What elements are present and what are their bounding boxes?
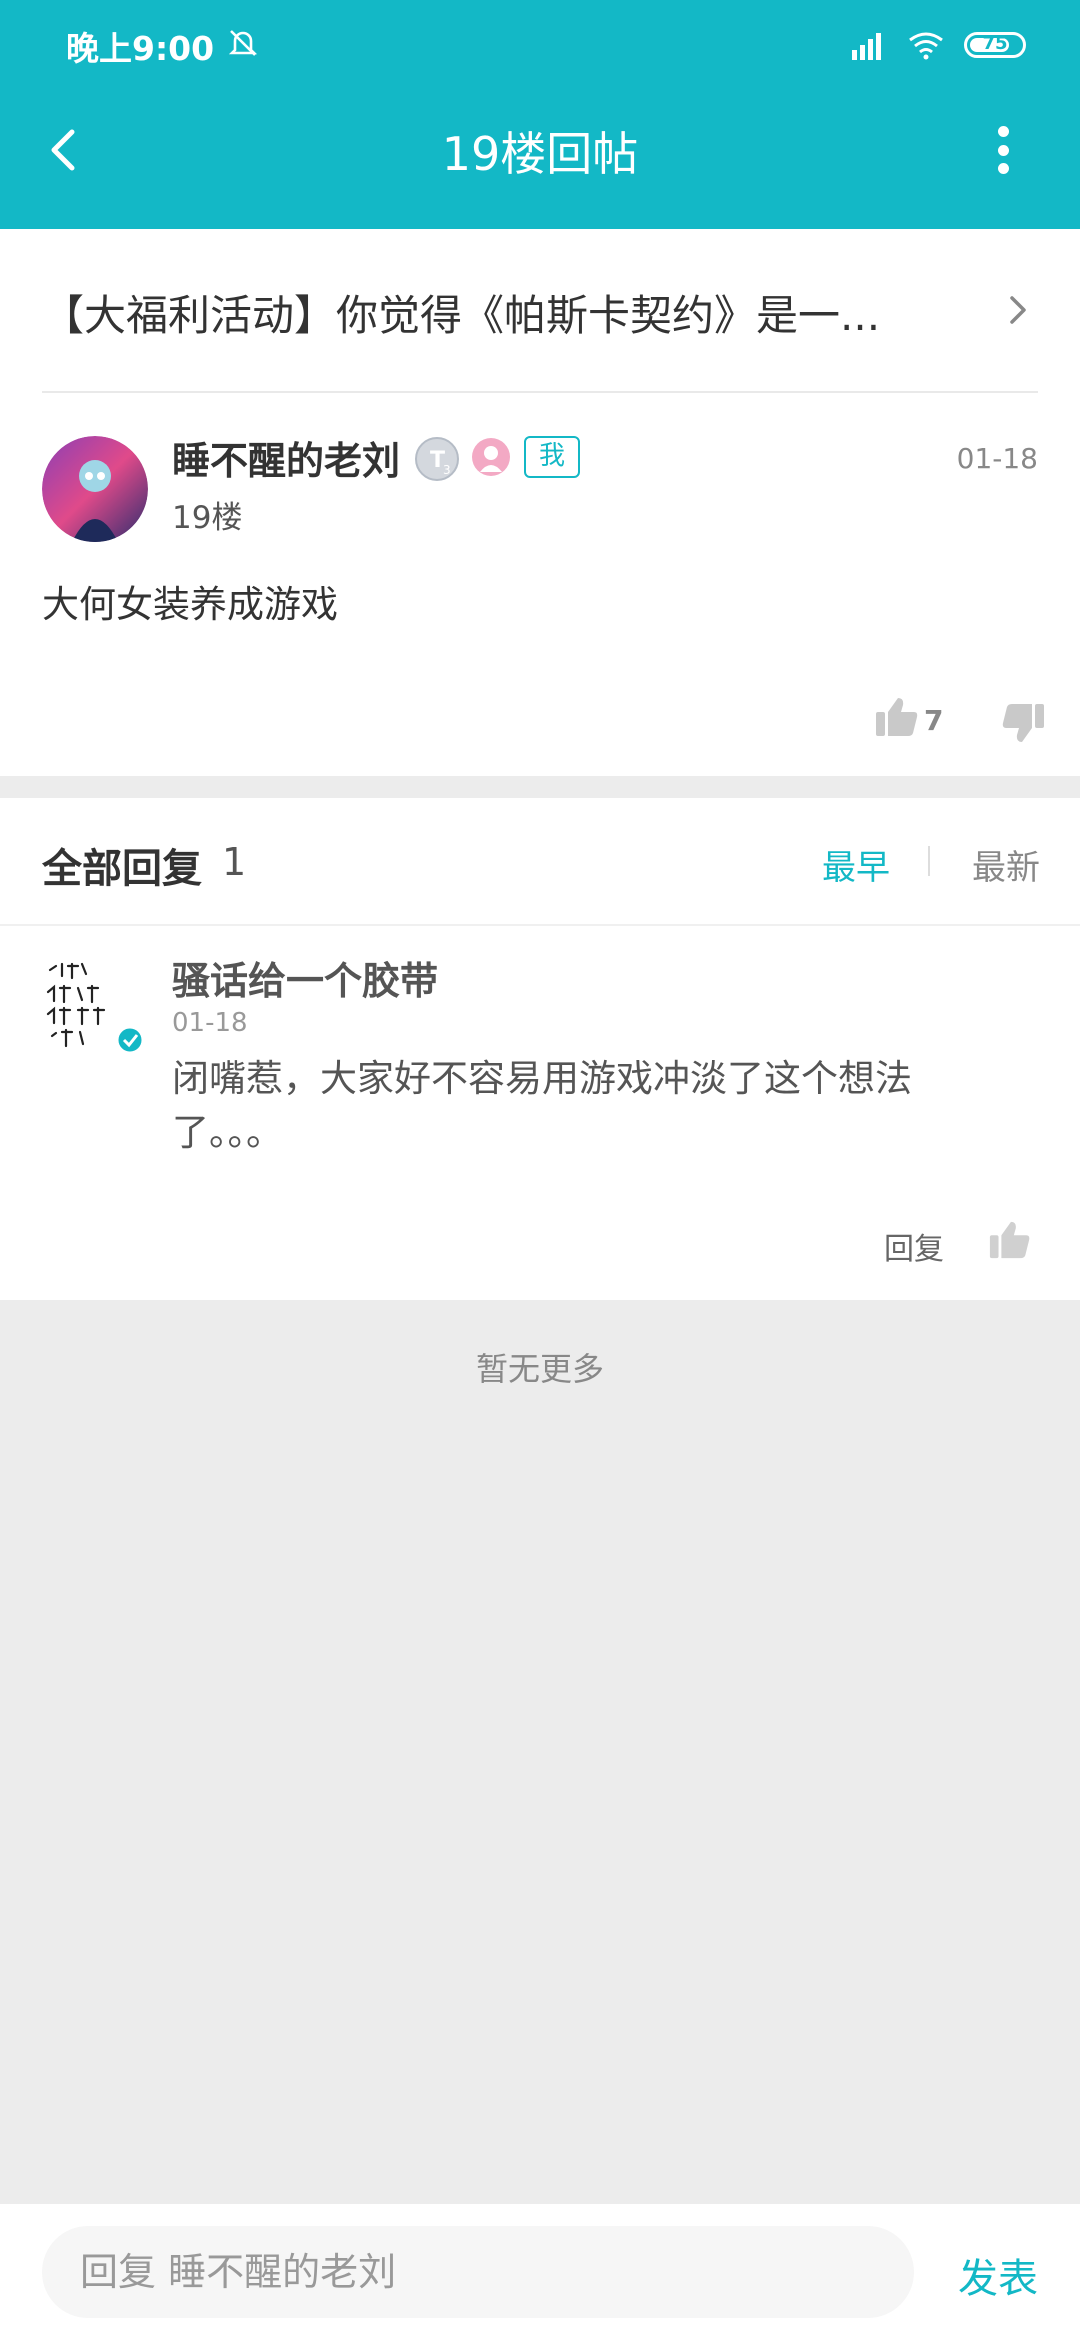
more-options-icon[interactable] (988, 120, 1018, 180)
divider (42, 391, 1038, 393)
battery-level: 75 (982, 33, 1008, 54)
post-content: 大何女装养成游戏 (42, 583, 338, 626)
divider (0, 924, 1080, 926)
thread-title: 【大福利活动】你觉得《帕斯卡契约》是一... (42, 291, 881, 340)
wifi-icon (909, 32, 943, 60)
status-time: 晚上9:00 (66, 29, 215, 68)
reply-content: 闭嘴惹，大家好不容易用游戏冲淡了这个想法了。。。 (172, 1057, 912, 1154)
sort-latest-tab[interactable]: 最新 (972, 840, 1040, 889)
no-more-label: 暂无更多 (475, 1350, 604, 1388)
svg-text:3: 3 (443, 463, 451, 477)
mute-bell-icon (228, 30, 258, 56)
medal-badge-icon (472, 438, 510, 476)
send-button[interactable]: 发表 (958, 2246, 1038, 2304)
page-title: 19楼回帖 (441, 127, 639, 181)
reply-button[interactable]: 回复 (884, 1224, 944, 1268)
reply-avatar[interactable] (42, 952, 148, 1058)
signal-icon (852, 33, 881, 60)
post-date: 01-18 (956, 442, 1038, 475)
reply-author[interactable]: 骚话给一个胶带 (172, 950, 438, 1005)
thumbs-up-icon[interactable] (874, 694, 920, 740)
me-badge: 我 (524, 436, 580, 478)
replies-heading: 全部回复 (42, 846, 202, 892)
avatar[interactable] (42, 436, 148, 542)
like-count: 7 (924, 704, 944, 737)
battery-icon: 75 (964, 32, 1026, 58)
floor-number: 19楼 (172, 500, 243, 536)
reply-input[interactable]: 回复 睡不醒的老刘 (42, 2226, 914, 2318)
reply-date: 01-18 (172, 1008, 248, 1038)
sort-divider (928, 846, 930, 876)
status-icons: 75 (848, 28, 1026, 62)
post-author[interactable]: 睡不醒的老刘 (172, 430, 400, 485)
thread-link[interactable]: 【大福利活动】你觉得《帕斯卡契约》是一... (42, 272, 1042, 350)
sort-earliest-tab[interactable]: 最早 (822, 840, 890, 889)
thumbs-down-icon[interactable] (1000, 700, 1046, 746)
level-badge-icon: T 3 (415, 437, 459, 481)
chevron-right-icon (1010, 296, 1026, 324)
thumbs-up-icon[interactable] (988, 1218, 1032, 1262)
replies-count: 1 (222, 840, 247, 884)
